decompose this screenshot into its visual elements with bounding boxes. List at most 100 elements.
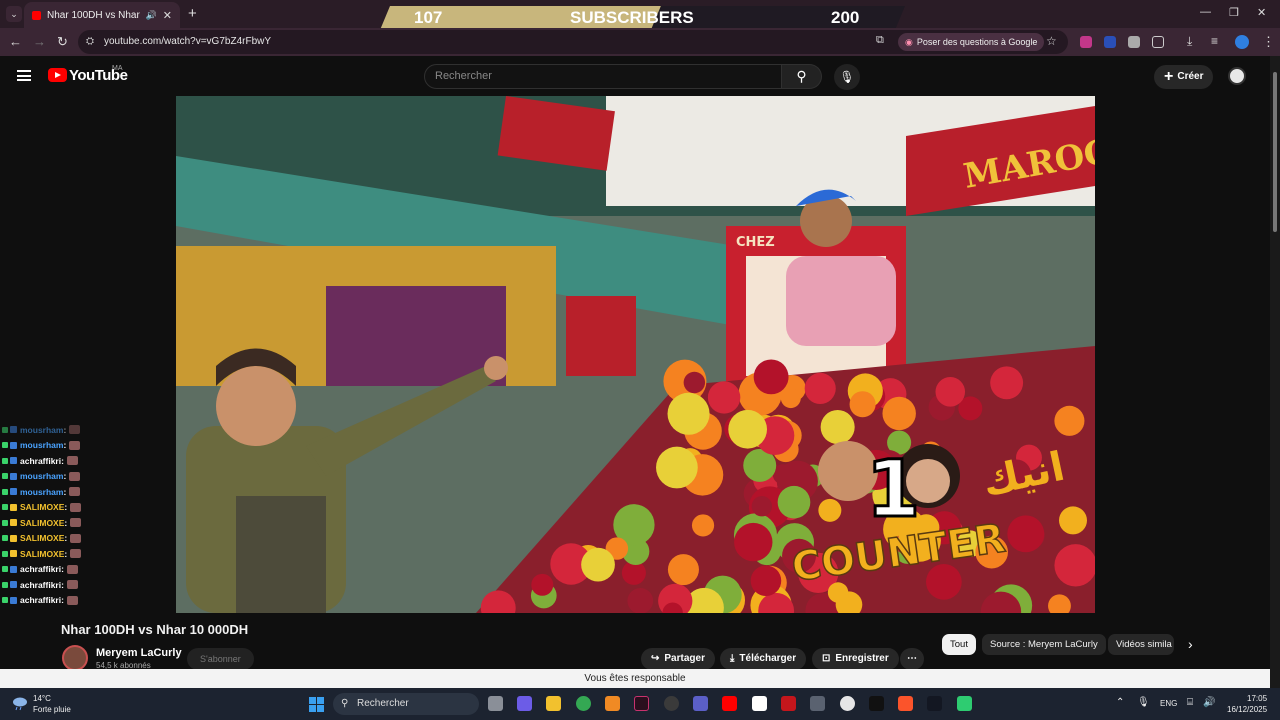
- task-view-icon[interactable]: [488, 696, 503, 711]
- reload-icon[interactable]: ↻: [57, 34, 68, 50]
- minimize-button[interactable]: —: [1200, 6, 1211, 18]
- restore-button[interactable]: ❐: [1229, 6, 1239, 19]
- youtube-logo-icon[interactable]: [48, 68, 67, 82]
- app-icon[interactable]: [810, 696, 825, 711]
- youtube-header: YouTube MA Rechercher ⚲ 🎙 + Créer: [0, 56, 1270, 96]
- chevron-right-icon[interactable]: ›: [1188, 636, 1193, 652]
- more-actions-button[interactable]: ⋯: [900, 648, 924, 670]
- app-icon[interactable]: [634, 696, 649, 711]
- taskbar-search[interactable]: ⚲ Rechercher: [333, 693, 479, 715]
- chat-badge-icon: [2, 566, 8, 573]
- video-player[interactable]: MAROC CHEZ 1 COUNTER انيك: [176, 96, 1095, 613]
- chat-text: :: [61, 455, 64, 466]
- fruit-shape: [750, 565, 782, 597]
- channel-name[interactable]: Meryem LaCurly: [96, 647, 182, 659]
- chat-emote-icon: [66, 595, 78, 605]
- back-icon[interactable]: ←: [9, 34, 22, 49]
- subscriber-goal: 200: [831, 8, 860, 27]
- chat-message: SALIMOXE :: [2, 546, 172, 562]
- menu-hamburger-icon[interactable]: [17, 70, 31, 81]
- save-button[interactable]: ⊡ Enregistrer: [812, 648, 899, 670]
- teams-icon[interactable]: [693, 696, 708, 711]
- chat-emote-icon: [70, 549, 82, 559]
- fruit-shape: [990, 366, 1024, 400]
- volume-icon[interactable]: 🔊: [1203, 697, 1215, 708]
- fruit-shape: [935, 377, 966, 407]
- chrome-icon[interactable]: [576, 696, 591, 711]
- extension-icon[interactable]: [1080, 36, 1092, 48]
- chat-badge-icon: [10, 441, 17, 449]
- app-icon[interactable]: [957, 696, 972, 711]
- subscriber-label: SUBSCRIBERS: [570, 8, 694, 27]
- search-button[interactable]: ⚲: [782, 64, 822, 89]
- chat-badge-icon: [10, 534, 17, 542]
- mic-icon[interactable]: 🎙: [1137, 697, 1150, 708]
- subscribe-button[interactable]: S'abonner: [187, 648, 254, 670]
- voice-search-button[interactable]: 🎙: [834, 64, 860, 90]
- chat-emote-icon: [69, 425, 81, 435]
- tradingview-icon[interactable]: [927, 696, 942, 711]
- chat-message: mousrham :: [2, 469, 172, 485]
- chat-badge-icon: [2, 597, 8, 604]
- chip-similar-videos[interactable]: Vidéos simila: [1108, 634, 1174, 655]
- browser-tab[interactable]: Nhar 100DH vs Nhar 10 000DH 🔊 ✕: [24, 2, 180, 28]
- chat-badge-icon: [10, 503, 17, 511]
- new-tab-button[interactable]: +: [188, 5, 197, 22]
- chat-text: :: [64, 517, 68, 528]
- chat-username: mousrham: [20, 486, 64, 497]
- forward-icon[interactable]: →: [33, 34, 46, 49]
- rain-cloud-icon[interactable]: [12, 695, 28, 711]
- brave-icon[interactable]: [898, 696, 913, 711]
- chip-source[interactable]: Source : Meryem LaCurly: [982, 634, 1106, 655]
- weather-condition[interactable]: Forte pluie: [33, 705, 71, 714]
- close-window-button[interactable]: ✕: [1257, 6, 1266, 19]
- plus-icon: +: [1164, 68, 1174, 85]
- chat-badge-icon: [10, 488, 17, 496]
- chat-text: :: [61, 564, 64, 575]
- more-icon: ⋯: [907, 653, 917, 664]
- browser-menu-icon[interactable]: ⋮: [1262, 34, 1275, 50]
- chat-text: :: [63, 471, 67, 482]
- close-tab-icon[interactable]: ✕: [163, 9, 172, 22]
- tab-search-button[interactable]: ⌄: [6, 6, 22, 22]
- windows-start-icon[interactable]: [309, 697, 324, 712]
- fortnite-icon[interactable]: [752, 696, 767, 711]
- steam-icon[interactable]: [840, 696, 855, 711]
- share-button[interactable]: ↪ Partager: [641, 648, 715, 670]
- app-icon[interactable]: [869, 696, 884, 711]
- bookmark-star-icon[interactable]: ☆: [1046, 34, 1057, 48]
- file-explorer-icon[interactable]: [546, 696, 561, 711]
- chat-message: SALIMOXE :: [2, 500, 172, 516]
- app-icon[interactable]: [781, 696, 796, 711]
- obs-icon[interactable]: [664, 696, 679, 711]
- search-input[interactable]: Rechercher: [424, 64, 782, 89]
- account-avatar[interactable]: [1228, 67, 1246, 85]
- url-text: youtube.com/watch?v=vG7bZ4rFbwY: [104, 36, 272, 47]
- download-icon[interactable]: ⤓: [1187, 34, 1192, 49]
- channel-avatar[interactable]: [62, 645, 88, 671]
- ask-google-button[interactable]: ◉ Poser des questions à Google: [898, 33, 1045, 51]
- cast-icon[interactable]: ⧉: [876, 34, 884, 47]
- copilot-icon[interactable]: [517, 696, 532, 711]
- youtube-icon[interactable]: [722, 696, 737, 711]
- weather-temperature[interactable]: 14°C: [33, 694, 51, 703]
- reading-list-icon[interactable]: ≡: [1211, 34, 1218, 48]
- create-button[interactable]: + Créer: [1154, 65, 1214, 89]
- extension-icon[interactable]: [1128, 36, 1140, 48]
- site-info-icon[interactable]: ⛭: [86, 30, 94, 54]
- chat-badge-icon: [10, 457, 17, 465]
- chevron-up-icon[interactable]: ⌃: [1116, 697, 1124, 708]
- system-clock[interactable]: 17:05 16/12/2025: [1227, 693, 1267, 715]
- network-icon[interactable]: ⌸: [1187, 697, 1193, 708]
- profile-avatar[interactable]: [1235, 35, 1249, 49]
- app-icon[interactable]: [605, 696, 620, 711]
- scrollbar-thumb[interactable]: [1273, 72, 1277, 232]
- input-language[interactable]: ENG: [1160, 699, 1177, 708]
- chat-text: :: [64, 533, 68, 544]
- extension-icon[interactable]: [1104, 36, 1116, 48]
- page-scrollbar[interactable]: [1270, 56, 1280, 688]
- chat-message: achraffikri :: [2, 562, 172, 578]
- download-button[interactable]: ⤓ Télécharger: [720, 648, 807, 670]
- extensions-puzzle-icon[interactable]: [1152, 36, 1164, 48]
- chip-all[interactable]: Tout: [942, 634, 976, 655]
